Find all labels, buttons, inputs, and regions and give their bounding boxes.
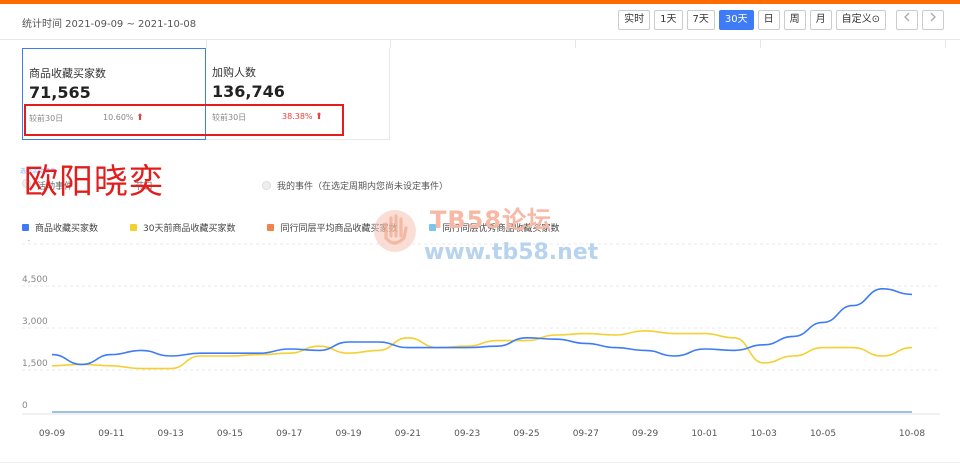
author-stamp: 欧阳晓奕 <box>24 162 164 202</box>
card-divider <box>390 40 391 48</box>
period-30day-button[interactable]: 30天 <box>718 10 754 30</box>
period-custom-button[interactable]: 自定义⊙ <box>835 10 886 30</box>
legend-label: 同行同层优秀商品收藏买家数 <box>442 224 560 234</box>
event-option-right[interactable]: 我的事件（在选定周期内您尚未设定事件） <box>262 179 448 192</box>
x-tick-label: 09-21 <box>395 429 421 439</box>
y-tick-label: 1,500 <box>22 359 48 369</box>
x-tick-label: 09-11 <box>98 429 124 439</box>
legend-item[interactable]: 30天前商品收藏买家数 <box>130 221 235 234</box>
period-week-button[interactable]: 周 <box>783 10 806 30</box>
x-tick-label: 10-05 <box>810 429 836 439</box>
x-tick-label: 09-13 <box>158 429 184 439</box>
legend-swatch <box>267 224 275 231</box>
y-tick-label: 4,500 <box>22 275 48 285</box>
y-tick-label: 6,000 <box>22 240 48 243</box>
highlight-annotation-box <box>24 104 344 136</box>
card-divider <box>760 40 761 48</box>
period-7day-button[interactable]: 7天 <box>686 10 715 30</box>
metric-value: 71,565 <box>29 83 91 102</box>
period-day-button[interactable]: 日 <box>757 10 780 30</box>
chart-legend: 商品收藏买家数 30天前商品收藏买家数 同行同层平均商品收藏买家数 同行同层优秀… <box>22 221 592 234</box>
legend-swatch <box>130 224 138 231</box>
series-line <box>51 330 913 370</box>
line-chart: 6,000 4,500 3,000 1,500 0 09-09 09-11 09-13 09-1… <box>22 240 940 439</box>
legend-swatch <box>22 224 29 231</box>
period-month-button[interactable]: 月 <box>809 10 832 30</box>
x-tick-label: 09-15 <box>217 429 243 439</box>
card-divider <box>575 40 576 48</box>
legend-item[interactable]: 同行同层平均商品收藏买家数 <box>267 221 397 234</box>
y-tick-label: 0 <box>22 401 28 411</box>
bottom-divider <box>0 462 960 463</box>
x-tick-label: 10-01 <box>691 429 717 439</box>
date-range: 统计时间 2021-09-09 ~ 2021-10-08 <box>22 19 197 30</box>
legend-item[interactable]: 商品收藏买家数 <box>22 221 98 234</box>
header-bar: 统计时间 2021-09-09 ~ 2021-10-08 实时 1天 7天 30… <box>0 4 960 40</box>
x-tick-label: 10-08 <box>899 429 925 439</box>
x-tick-label: 10-03 <box>751 429 777 439</box>
metric-label: 加购人数 <box>212 66 256 79</box>
card-divider <box>206 40 207 48</box>
radio-icon[interactable] <box>262 181 271 190</box>
x-tick-label: 09-17 <box>276 429 302 439</box>
metric-value: 136,746 <box>212 82 285 101</box>
x-tick-label: 09-29 <box>632 429 658 439</box>
event-label: 我的事件（在选定周期内您尚未设定事件） <box>277 182 449 192</box>
metric-label: 商品收藏买家数 <box>29 67 106 80</box>
chevron-right-icon[interactable] <box>922 10 944 30</box>
x-tick-label: 09-27 <box>573 429 599 439</box>
chevron-left-icon[interactable] <box>896 10 918 30</box>
period-selector: 实时 1天 7天 30天 日 周 月 自定义⊙ <box>618 10 944 30</box>
legend-item[interactable]: 同行同层优秀商品收藏买家数 <box>429 221 560 234</box>
legend-swatch <box>429 224 437 231</box>
series-line <box>51 288 913 366</box>
period-realtime-button[interactable]: 实时 <box>618 10 651 30</box>
card-divider <box>945 40 946 48</box>
x-tick-label: 09-25 <box>513 429 539 439</box>
period-1day-button[interactable]: 1天 <box>654 10 683 30</box>
y-tick-label: 3,000 <box>22 317 48 327</box>
x-tick-label: 09-09 <box>39 429 65 439</box>
x-tick-label: 09-23 <box>454 429 480 439</box>
legend-label: 商品收藏买家数 <box>35 224 99 234</box>
legend-label: 30天前商品收藏买家数 <box>143 224 236 234</box>
x-tick-label: 09-19 <box>335 429 361 439</box>
legend-label: 同行同层平均商品收藏买家数 <box>280 224 398 234</box>
